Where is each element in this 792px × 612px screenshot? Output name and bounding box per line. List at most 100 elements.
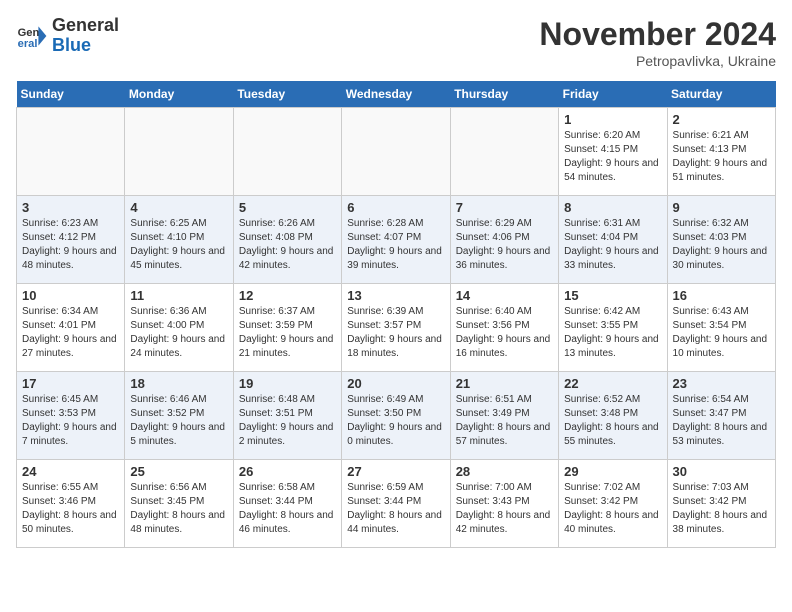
calendar-cell: 19 Sunrise: 6:48 AM Sunset: 3:51 PM Dayli… bbox=[233, 372, 341, 460]
day-number: 9 bbox=[673, 200, 770, 215]
calendar-cell bbox=[450, 108, 558, 196]
day-number: 24 bbox=[22, 464, 119, 479]
header-sunday: Sunday bbox=[17, 81, 125, 108]
calendar-cell: 13Sunrise: 6:39 AM Sunset: 3:57 PM Dayli… bbox=[342, 284, 450, 372]
day-info: Sunrise: 6:56 AM Sunset: 3:45 PM Dayligh… bbox=[130, 481, 227, 537]
logo-icon: Gen eral bbox=[16, 20, 48, 52]
day-number: 23 bbox=[673, 376, 770, 391]
calendar-cell: 25 Sunrise: 6:56 AM Sunset: 3:45 PM Dayli… bbox=[125, 460, 233, 548]
day-number: 29 bbox=[564, 464, 661, 479]
day-info: Sunrise: 6:28 AM Sunset: 4:07 PM Dayligh… bbox=[347, 217, 444, 273]
day-info: Sunrise: 6:48 AM Sunset: 3:51 PM Dayligh… bbox=[239, 393, 336, 449]
day-number: 22 bbox=[564, 376, 661, 391]
day-info: Sunrise: 6:29 AM Sunset: 4:06 PM Dayligh… bbox=[456, 217, 553, 273]
calendar-cell bbox=[17, 108, 125, 196]
calendar-cell: 12 Sunrise: 6:37 AM Sunset: 3:59 PM Dayli… bbox=[233, 284, 341, 372]
day-number: 14 bbox=[456, 288, 553, 303]
calendar-cell: 20 Sunrise: 6:49 AM Sunset: 3:50 PM Dayli… bbox=[342, 372, 450, 460]
day-info: Sunrise: 6:34 AM Sunset: 4:01 PM Dayligh… bbox=[22, 305, 119, 361]
day-info: Sunrise: 6:46 AM Sunset: 3:52 PM Dayligh… bbox=[130, 393, 227, 449]
day-info: Sunrise: 7:00 AM Sunset: 3:43 PM Dayligh… bbox=[456, 481, 553, 537]
day-number: 7 bbox=[456, 200, 553, 215]
day-number: 12 bbox=[239, 288, 336, 303]
calendar-cell: 23 Sunrise: 6:54 AM Sunset: 3:47 PM Dayli… bbox=[667, 372, 775, 460]
calendar-cell: 5 Sunrise: 6:26 AM Sunset: 4:08 PM Daylig… bbox=[233, 196, 341, 284]
day-info: Sunrise: 6:21 AM Sunset: 4:13 PM Dayligh… bbox=[673, 129, 770, 185]
day-number: 27 bbox=[347, 464, 444, 479]
logo-general: General bbox=[52, 16, 119, 36]
day-info: Sunrise: 6:42 AM Sunset: 3:55 PM Dayligh… bbox=[564, 305, 661, 361]
day-number: 18 bbox=[130, 376, 227, 391]
day-number: 10 bbox=[22, 288, 119, 303]
calendar-cell: 22 Sunrise: 6:52 AM Sunset: 3:48 PM Dayli… bbox=[559, 372, 667, 460]
header-tuesday: Tuesday bbox=[233, 81, 341, 108]
calendar-cell: 8Sunrise: 6:31 AM Sunset: 4:04 PM Daylig… bbox=[559, 196, 667, 284]
month-title: November 2024 bbox=[539, 16, 776, 53]
day-info: Sunrise: 6:54 AM Sunset: 3:47 PM Dayligh… bbox=[673, 393, 770, 449]
calendar-cell: 16Sunrise: 6:43 AM Sunset: 3:54 PM Dayli… bbox=[667, 284, 775, 372]
calendar-cell: 11 Sunrise: 6:36 AM Sunset: 4:00 PM Dayli… bbox=[125, 284, 233, 372]
calendar-cell: 14 Sunrise: 6:40 AM Sunset: 3:56 PM Dayli… bbox=[450, 284, 558, 372]
day-info: Sunrise: 6:40 AM Sunset: 3:56 PM Dayligh… bbox=[456, 305, 553, 361]
calendar-header-row: Sunday Monday Tuesday Wednesday Thursday… bbox=[17, 81, 776, 108]
calendar-cell: 17 Sunrise: 6:45 AM Sunset: 3:53 PM Dayli… bbox=[17, 372, 125, 460]
day-number: 15 bbox=[564, 288, 661, 303]
svg-text:eral: eral bbox=[18, 38, 38, 50]
calendar-cell: 7 Sunrise: 6:29 AM Sunset: 4:06 PM Daylig… bbox=[450, 196, 558, 284]
day-number: 11 bbox=[130, 288, 227, 303]
day-number: 3 bbox=[22, 200, 119, 215]
calendar-cell: 10 Sunrise: 6:34 AM Sunset: 4:01 PM Dayli… bbox=[17, 284, 125, 372]
calendar-cell: 2 Sunrise: 6:21 AM Sunset: 4:13 PM Daylig… bbox=[667, 108, 775, 196]
day-info: Sunrise: 7:03 AM Sunset: 3:42 PM Dayligh… bbox=[673, 481, 770, 537]
day-number: 2 bbox=[673, 112, 770, 127]
day-number: 21 bbox=[456, 376, 553, 391]
week-row-5: 24 Sunrise: 6:55 AM Sunset: 3:46 PM Dayli… bbox=[17, 460, 776, 548]
day-number: 28 bbox=[456, 464, 553, 479]
day-number: 19 bbox=[239, 376, 336, 391]
day-number: 8 bbox=[564, 200, 661, 215]
day-info: Sunrise: 6:59 AM Sunset: 3:44 PM Dayligh… bbox=[347, 481, 444, 537]
day-info: Sunrise: 6:58 AM Sunset: 3:44 PM Dayligh… bbox=[239, 481, 336, 537]
week-row-3: 10 Sunrise: 6:34 AM Sunset: 4:01 PM Dayli… bbox=[17, 284, 776, 372]
logo-blue: Blue bbox=[52, 36, 119, 56]
calendar-cell: 1Sunrise: 6:20 AM Sunset: 4:15 PM Daylig… bbox=[559, 108, 667, 196]
header-wednesday: Wednesday bbox=[342, 81, 450, 108]
title-block: November 2024 Petropavlivka, Ukraine bbox=[539, 16, 776, 69]
calendar-cell: 24 Sunrise: 6:55 AM Sunset: 3:46 PM Dayli… bbox=[17, 460, 125, 548]
day-info: Sunrise: 6:45 AM Sunset: 3:53 PM Dayligh… bbox=[22, 393, 119, 449]
day-info: Sunrise: 6:55 AM Sunset: 3:46 PM Dayligh… bbox=[22, 481, 119, 537]
calendar-cell bbox=[342, 108, 450, 196]
calendar-cell: 18 Sunrise: 6:46 AM Sunset: 3:52 PM Dayli… bbox=[125, 372, 233, 460]
calendar-cell bbox=[125, 108, 233, 196]
day-info: Sunrise: 6:43 AM Sunset: 3:54 PM Dayligh… bbox=[673, 305, 770, 361]
header-monday: Monday bbox=[125, 81, 233, 108]
day-number: 20 bbox=[347, 376, 444, 391]
location-subtitle: Petropavlivka, Ukraine bbox=[539, 53, 776, 69]
calendar-cell: 28 Sunrise: 7:00 AM Sunset: 3:43 PM Dayli… bbox=[450, 460, 558, 548]
calendar-cell: 26Sunrise: 6:58 AM Sunset: 3:44 PM Dayli… bbox=[233, 460, 341, 548]
calendar-cell: 30 Sunrise: 7:03 AM Sunset: 3:42 PM Dayli… bbox=[667, 460, 775, 548]
calendar-cell: 4 Sunrise: 6:25 AM Sunset: 4:10 PM Daylig… bbox=[125, 196, 233, 284]
day-info: Sunrise: 6:36 AM Sunset: 4:00 PM Dayligh… bbox=[130, 305, 227, 361]
calendar-cell: 3Sunrise: 6:23 AM Sunset: 4:12 PM Daylig… bbox=[17, 196, 125, 284]
day-number: 17 bbox=[22, 376, 119, 391]
header-thursday: Thursday bbox=[450, 81, 558, 108]
day-info: Sunrise: 6:26 AM Sunset: 4:08 PM Dayligh… bbox=[239, 217, 336, 273]
day-number: 6 bbox=[347, 200, 444, 215]
day-number: 5 bbox=[239, 200, 336, 215]
day-info: Sunrise: 6:52 AM Sunset: 3:48 PM Dayligh… bbox=[564, 393, 661, 449]
day-info: Sunrise: 6:37 AM Sunset: 3:59 PM Dayligh… bbox=[239, 305, 336, 361]
day-number: 25 bbox=[130, 464, 227, 479]
week-row-1: 1Sunrise: 6:20 AM Sunset: 4:15 PM Daylig… bbox=[17, 108, 776, 196]
day-number: 4 bbox=[130, 200, 227, 215]
day-info: Sunrise: 6:20 AM Sunset: 4:15 PM Dayligh… bbox=[564, 129, 661, 185]
calendar-cell: 9Sunrise: 6:32 AM Sunset: 4:03 PM Daylig… bbox=[667, 196, 775, 284]
logo: Gen eral General Blue bbox=[16, 16, 119, 56]
calendar-cell: 27 Sunrise: 6:59 AM Sunset: 3:44 PM Dayli… bbox=[342, 460, 450, 548]
calendar-cell: 21 Sunrise: 6:51 AM Sunset: 3:49 PM Dayli… bbox=[450, 372, 558, 460]
day-info: Sunrise: 6:25 AM Sunset: 4:10 PM Dayligh… bbox=[130, 217, 227, 273]
day-info: Sunrise: 6:49 AM Sunset: 3:50 PM Dayligh… bbox=[347, 393, 444, 449]
day-info: Sunrise: 6:51 AM Sunset: 3:49 PM Dayligh… bbox=[456, 393, 553, 449]
day-number: 30 bbox=[673, 464, 770, 479]
week-row-2: 3Sunrise: 6:23 AM Sunset: 4:12 PM Daylig… bbox=[17, 196, 776, 284]
